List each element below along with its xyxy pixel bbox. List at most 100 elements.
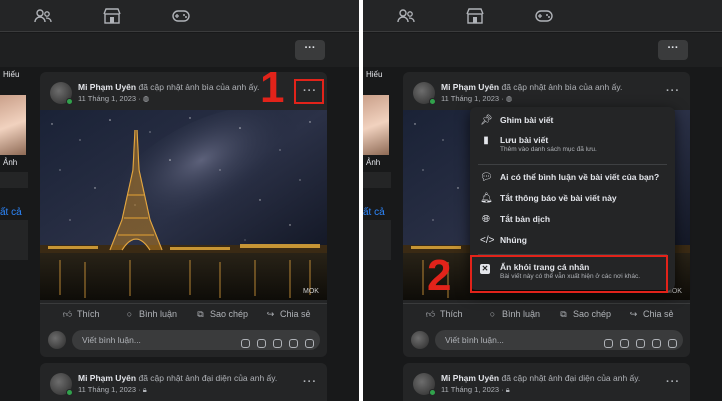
gaming-icon[interactable]	[172, 8, 190, 24]
post-action: đã cập nhật ảnh đại diện của anh ấy.	[138, 373, 278, 383]
menu-item-save-post[interactable]: ▮ Lưu bài viết Thêm vào danh sách mục đã…	[478, 133, 667, 159]
comment-button[interactable]: ○ Bình luận	[487, 309, 540, 319]
share-button[interactable]: ↪ Chia sẻ	[628, 309, 674, 320]
sidebar-block	[363, 172, 391, 188]
menu-item-pin-post[interactable]: 📌︎ Ghim bài viết	[478, 113, 667, 133]
sidebar-friend-photo[interactable]	[363, 95, 389, 155]
sidebar-friend-name[interactable]: Hiếu	[3, 70, 19, 79]
comment-button[interactable]: ○ Bình luận	[124, 309, 177, 319]
comment-composer: Viết bình luận...	[411, 330, 683, 352]
globe-icon: 🌐︎	[482, 214, 490, 225]
sticker-icon[interactable]	[305, 339, 314, 348]
gif-icon[interactable]	[652, 339, 661, 348]
copy-button[interactable]: ⧉ Sao chép	[195, 309, 248, 320]
post-card: Mi Phạm Uyên đã cập nhật ảnh bìa của anh…	[40, 72, 327, 357]
gif-icon[interactable]	[289, 339, 298, 348]
post-date[interactable]: 11 Tháng 1, 2023 ·	[441, 385, 504, 394]
menu-item-who-can-comment[interactable]: 💬︎ Ai có thể bình luận về bài viết của b…	[478, 170, 667, 190]
sidebar-photo-label[interactable]: Ảnh	[366, 158, 380, 167]
comment-tools	[234, 335, 314, 353]
menu-item-turn-off-notifications[interactable]: 🔔︎ Tắt thông báo về bài viết này	[478, 191, 667, 211]
sticker-icon[interactable]	[668, 339, 677, 348]
screenshot-panel-2: ··· Hiếu Ảnh ất cả Mi Phạm Uyên đã cập n…	[363, 0, 722, 401]
gaming-icon[interactable]	[535, 8, 553, 24]
online-status-dot	[429, 98, 436, 105]
post-author[interactable]: Mi Phạm Uyên	[441, 373, 499, 383]
bell-icon: 🔔︎	[480, 193, 493, 204]
copy-button[interactable]: ⧉ Sao chép	[558, 309, 611, 320]
post-more-button[interactable]: ···	[666, 376, 680, 388]
post-more-button[interactable]: ···	[666, 85, 680, 97]
comment-input[interactable]: Viết bình luận...	[72, 330, 320, 350]
comment-input[interactable]: Viết bình luận...	[435, 330, 683, 350]
online-status-dot	[429, 389, 436, 396]
marketplace-icon[interactable]	[466, 8, 484, 24]
sidebar-friend-photo[interactable]	[0, 95, 26, 155]
post-action: đã cập nhật ảnh đại diện của anh ấy.	[501, 373, 641, 383]
top-navigation	[0, 0, 359, 32]
friends-icon[interactable]	[397, 8, 415, 24]
post-photo[interactable]: MOK	[40, 110, 327, 300]
post-header: Mi Phạm Uyên đã cập nhật ảnh đại diện củ…	[78, 373, 277, 383]
pin-icon: 📌︎	[480, 115, 493, 126]
sidebar-friend-name[interactable]: Hiếu	[366, 70, 382, 79]
avatar-sticker-icon[interactable]	[604, 339, 613, 348]
post-action: đã cập nhật ảnh bìa của anh ấy.	[138, 82, 260, 92]
profile-more-button[interactable]: ···	[295, 40, 325, 60]
code-icon: </>	[480, 235, 495, 246]
sidebar-see-all-link[interactable]: ất cả	[363, 207, 385, 218]
post-meta: 11 Tháng 1, 2023 · 🔒︎	[441, 385, 510, 395]
post-date[interactable]: 11 Tháng 1, 2023 ·	[78, 94, 141, 103]
post-author[interactable]: Mi Phạm Uyên	[441, 82, 499, 92]
menu-item-label: Nhúng	[500, 235, 527, 245]
post-author[interactable]: Mi Phạm Uyên	[78, 373, 136, 383]
sidebar-block	[0, 220, 28, 260]
menu-item-embed[interactable]: </> Nhúng	[478, 233, 667, 253]
step-number: 1	[260, 63, 285, 112]
friends-icon[interactable]	[34, 8, 52, 24]
online-status-dot	[66, 98, 73, 105]
bookmark-icon: ▮	[483, 135, 489, 146]
comment-placeholder: Viết bình luận...	[445, 335, 504, 345]
menu-item-turn-off-translation[interactable]: 🌐︎ Tắt bản dịch	[478, 212, 667, 232]
sidebar-photo-label[interactable]: Ảnh	[3, 158, 17, 167]
menu-item-label: Ai có thể bình luận về bài viết của bạn?	[500, 172, 660, 182]
comment-icon: 💬︎	[480, 172, 493, 183]
avatar	[48, 331, 66, 349]
marketplace-icon[interactable]	[103, 8, 121, 24]
lock-icon: 🔒︎	[142, 385, 147, 394]
copy-icon: ⧉	[560, 309, 567, 319]
menu-item-description: Thêm vào danh sách mục đã lưu.	[500, 146, 597, 153]
post-meta: 11 Tháng 1, 2023 · ◍	[78, 94, 149, 103]
thumbs-up-icon: 👍︎	[425, 309, 436, 319]
avatar	[411, 331, 429, 349]
sidebar-block	[0, 172, 28, 188]
avatar-sticker-icon[interactable]	[241, 339, 250, 348]
lock-icon: 🔒︎	[505, 385, 510, 394]
menu-item-label: Lưu bài viết	[500, 135, 549, 145]
watermark: MOK	[303, 288, 319, 295]
camera-icon[interactable]	[273, 339, 282, 348]
highlight-box	[294, 79, 324, 104]
post-more-button[interactable]: ···	[303, 376, 317, 388]
thumbs-up-icon: 👍︎	[62, 309, 73, 319]
share-icon: ↪	[629, 309, 638, 319]
comment-icon: ○	[489, 309, 496, 319]
comment-composer: Viết bình luận...	[48, 330, 320, 352]
menu-item-label: Tắt bản dịch	[500, 214, 551, 224]
emoji-icon[interactable]	[257, 339, 266, 348]
emoji-icon[interactable]	[620, 339, 629, 348]
sidebar-see-all-link[interactable]: ất cả	[0, 207, 22, 218]
post-date[interactable]: 11 Tháng 1, 2023 ·	[441, 94, 504, 103]
menu-item-label: Ghim bài viết	[500, 115, 554, 125]
screenshot-panel-1: ··· Hiếu Ảnh ất cả Mi Phạm Uyên đã cập n…	[0, 0, 359, 401]
like-button[interactable]: 👍︎ Thích	[62, 309, 100, 320]
post-author[interactable]: Mi Phạm Uyên	[78, 82, 136, 92]
post-date[interactable]: 11 Tháng 1, 2023 ·	[78, 385, 141, 394]
share-button[interactable]: ↪ Chia sẻ	[265, 309, 311, 320]
profile-more-button[interactable]: ···	[658, 40, 688, 60]
step-number: 2	[427, 251, 452, 300]
comment-icon: ○	[126, 309, 133, 319]
like-button[interactable]: 👍︎ Thích	[425, 309, 463, 320]
camera-icon[interactable]	[636, 339, 645, 348]
